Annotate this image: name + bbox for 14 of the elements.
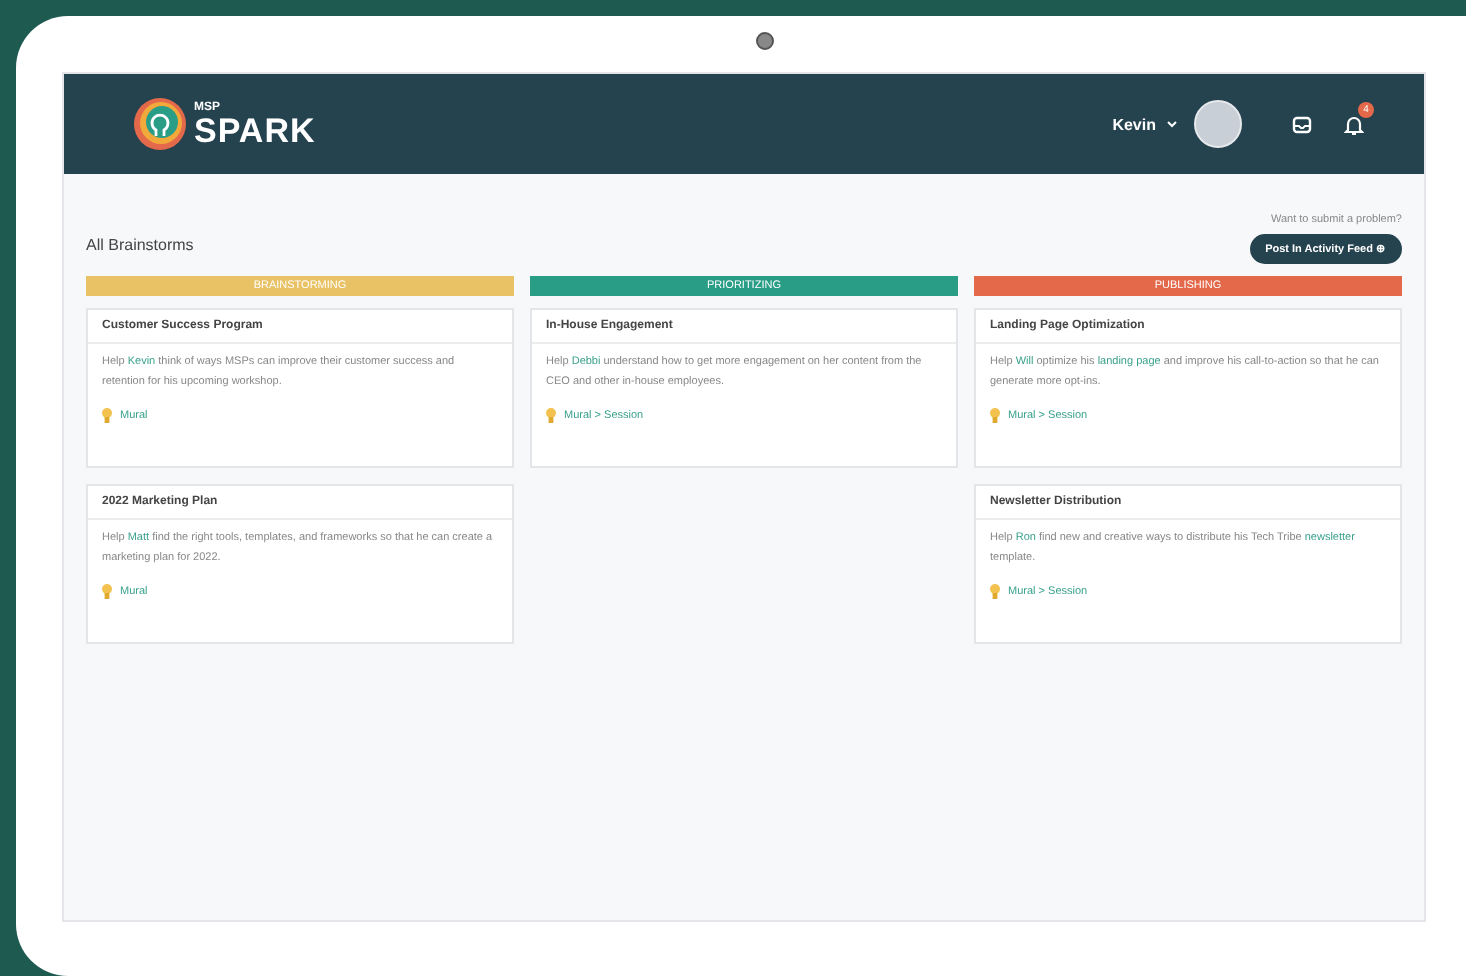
lightbulb-icon: [546, 408, 556, 425]
user-avatar[interactable]: [1194, 100, 1242, 148]
page-title: All Brainstorms: [86, 236, 194, 254]
user-name[interactable]: Kevin: [1112, 115, 1156, 133]
inbox-icon[interactable]: [1292, 114, 1312, 134]
lightbulb-logo-icon: [132, 96, 188, 152]
lightbulb-icon: [102, 408, 112, 425]
brand-name: SPARK: [194, 113, 316, 147]
chevron-down-icon[interactable]: [1166, 120, 1178, 128]
lightbulb-icon: [990, 408, 1000, 425]
lightbulb-icon: [990, 584, 1000, 601]
lightbulb-icon: [102, 584, 112, 601]
bell-icon[interactable]: [1344, 113, 1364, 135]
camera-icon: [755, 32, 773, 50]
